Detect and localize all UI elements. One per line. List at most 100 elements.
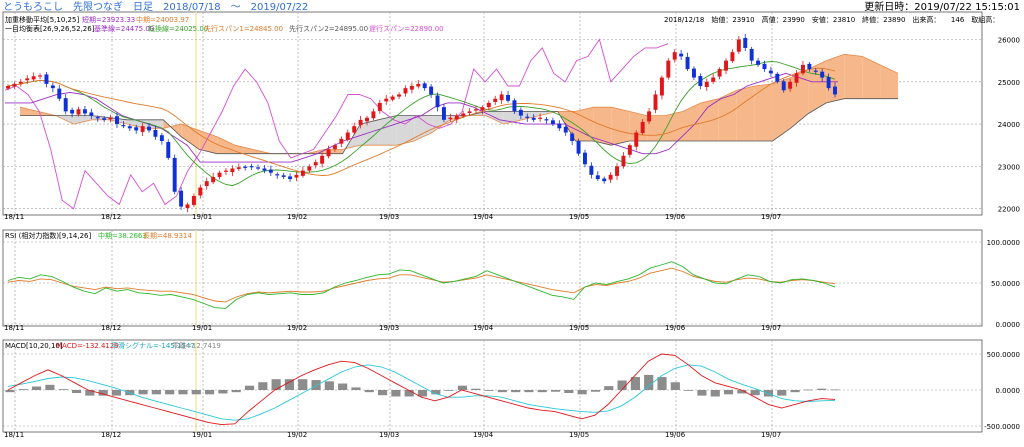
candle-body	[140, 126, 145, 132]
y-tick-label: -500.0000	[984, 423, 1020, 431]
candle-body	[756, 60, 761, 65]
oscillator-bar	[45, 384, 55, 390]
candle-body	[711, 77, 716, 82]
candle-body	[134, 127, 139, 131]
candle-body	[467, 111, 472, 113]
candle-body	[288, 176, 293, 180]
kumo-segment	[880, 64, 898, 99]
candle-body	[570, 133, 575, 141]
kumo-segment	[772, 77, 791, 141]
candle-body	[236, 167, 241, 169]
candle-body	[429, 86, 434, 95]
candle-body	[441, 107, 446, 120]
y-tick-label: 22000	[998, 206, 1020, 214]
candle-body	[147, 126, 152, 131]
x-tick-label: 18/11	[4, 213, 24, 221]
candle-body	[531, 117, 536, 120]
oscillator-bar	[138, 390, 148, 395]
x-tick-label: 19/02	[287, 431, 307, 439]
candle-body	[6, 86, 10, 89]
oscillator-bar	[444, 390, 454, 391]
y-tick-label: 24000	[998, 121, 1020, 129]
candle-body	[358, 119, 363, 126]
ichimoku-legend-label: 一目均衡表[26,9,26,52,26]	[5, 24, 95, 33]
chart-area: 18/11 18/12 19/01 19/02 19/03 19/04 19/05 19/06…	[2, 11, 1021, 439]
candle-body	[679, 53, 684, 57]
candle-body	[512, 100, 517, 112]
oscillator-bar	[338, 383, 348, 390]
x-tick-label: 18/12	[101, 213, 121, 221]
candle-body	[583, 152, 587, 165]
candle-body	[70, 109, 75, 114]
candle-body	[615, 166, 620, 176]
y-tick-label: 500.0000	[987, 351, 1020, 359]
candle-body	[198, 187, 203, 196]
x-tick-label: 19/07	[761, 324, 781, 332]
candle-body	[313, 162, 318, 166]
oscillator-bar	[311, 380, 321, 390]
candle-body	[377, 102, 382, 111]
x-tick-label: 18/11	[4, 431, 24, 439]
candle-body	[217, 172, 222, 177]
candle-body	[659, 77, 664, 96]
candle-body	[166, 142, 171, 158]
ohlc-readout: 2018/12/18 始値：23910 高値：23990 安値：23810 終値…	[664, 15, 999, 24]
oscillator-bar	[577, 390, 587, 395]
candle-body	[691, 68, 696, 78]
candle-body	[50, 85, 55, 89]
oscillator-bar	[790, 390, 800, 393]
candle-body	[736, 39, 741, 52]
candle-body	[525, 116, 530, 118]
candle-body	[384, 98, 389, 102]
x-tick-label: 19/01	[192, 324, 212, 332]
oscillator-bar	[484, 390, 494, 391]
oscillator-bar	[231, 390, 241, 393]
candle-body	[159, 135, 164, 141]
oscillator-bar	[604, 386, 614, 390]
candle-body	[448, 117, 453, 119]
candle-body	[352, 126, 357, 133]
x-tick-label: 18/12	[101, 324, 121, 332]
macd-line	[7, 353, 836, 426]
candle-body	[724, 60, 728, 71]
candle-body	[820, 71, 825, 78]
x-tick-label: 19/05	[569, 324, 589, 332]
candle-body	[794, 73, 799, 83]
candle-body	[768, 70, 773, 74]
oscillator-bar	[723, 390, 734, 395]
candle-body	[499, 94, 504, 101]
oscillator-bar	[550, 390, 561, 392]
candle-body	[538, 117, 543, 119]
candle-body	[300, 170, 305, 176]
candle-body	[826, 77, 831, 89]
candle-body	[339, 138, 344, 144]
candle-body	[76, 109, 81, 115]
kumo-segment	[844, 54, 863, 99]
candle-body	[281, 175, 286, 177]
oscillator-bar	[377, 390, 388, 396]
oscillator-bar	[218, 390, 228, 394]
oscillator-bar	[524, 390, 534, 393]
candle-body	[576, 140, 581, 154]
x-tick-label: 19/06	[665, 431, 686, 439]
oscillator-bar	[178, 390, 188, 395]
candle-body	[89, 112, 94, 116]
oscillator-bar	[111, 390, 122, 396]
candle-body	[275, 174, 280, 176]
oscillator-bar	[817, 388, 827, 390]
candle-body	[550, 120, 555, 125]
candle-body	[12, 83, 17, 87]
candle-body	[115, 116, 119, 125]
candle-body	[223, 170, 228, 172]
candle-body	[717, 69, 722, 77]
oscillator-bar	[803, 389, 813, 391]
oscillator-bar	[191, 390, 201, 395]
candle-body	[345, 132, 350, 140]
candle-body	[698, 76, 703, 87]
candle-body	[743, 37, 748, 48]
candle-body	[608, 174, 613, 180]
candle-body	[95, 117, 100, 119]
y-tick-label: 0.0000	[996, 387, 1021, 395]
candle-body	[409, 86, 414, 90]
candle-body	[211, 176, 216, 183]
